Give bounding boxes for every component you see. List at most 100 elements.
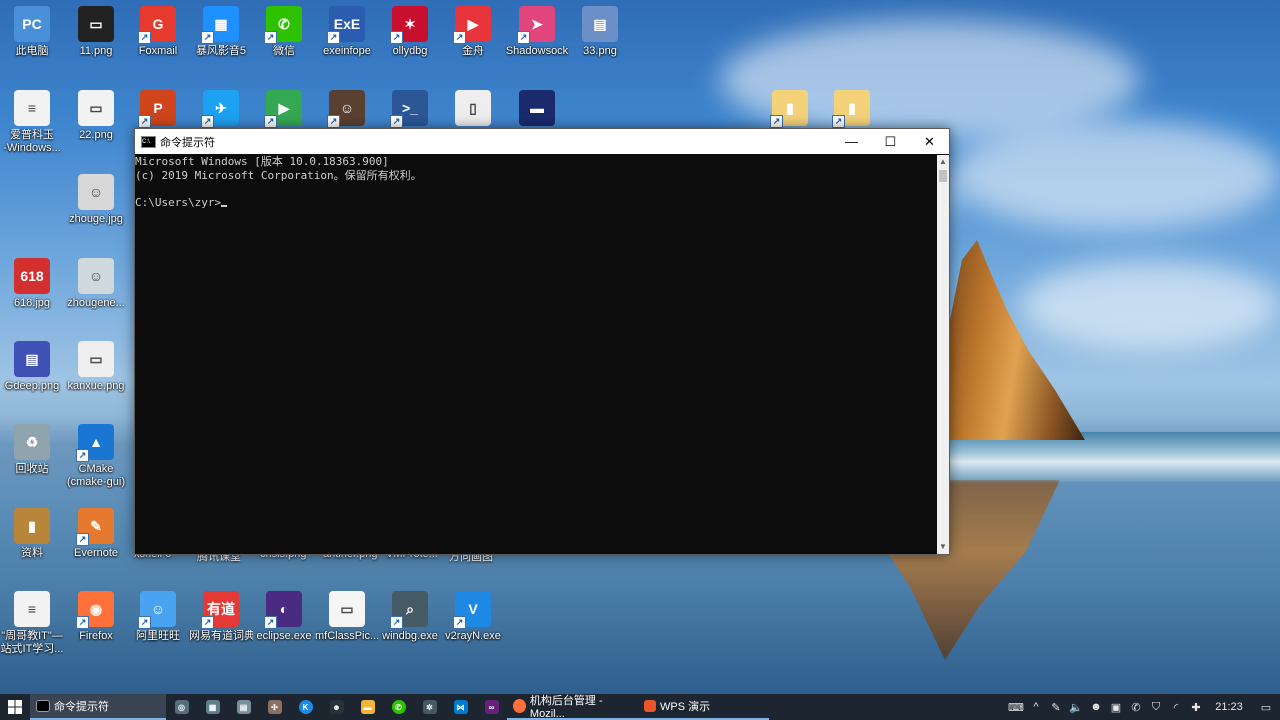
wechat-tray-icon[interactable]: ✆ <box>1126 694 1146 720</box>
desktop-icon[interactable]: ExE ↗ exeinfope <box>315 2 379 82</box>
desktop-icon[interactable]: ▶ ↗ 金舟 <box>441 2 505 82</box>
volume-icon[interactable]: 🔈 <box>1066 694 1086 720</box>
desktop-icon[interactable]: ▮ 资料 <box>0 504 64 584</box>
app-icon: ▶ ↗ <box>264 90 302 128</box>
console-output[interactable]: Microsoft Windows [版本 10.0.18363.900] (c)… <box>135 155 937 554</box>
desktop-icon[interactable]: ♻ 回收站 <box>0 420 64 500</box>
desktop-icon-label: 微信 <box>273 45 295 57</box>
system-tray: ⌨ ^ ✎ 🔈 ☻ ▣ ✆ ⛉ ◜ ✚ 21:23 ▭ <box>1006 694 1280 720</box>
desktop-icon[interactable]: ≡ "周哥教IT"— 站式IT学习... <box>0 587 64 667</box>
taskbar-pin-visualstudio[interactable]: ∞ <box>476 694 507 720</box>
taskbar-task-firefox[interactable]: 机构后台管理 - Mozil... <box>507 694 638 720</box>
app-icon: ☺ ↗ <box>138 591 176 629</box>
app-icon: ▭ <box>78 341 114 377</box>
desktop-icon[interactable]: 有道 ↗ 网易有道词典 <box>189 587 253 667</box>
desktop-icon[interactable]: ▭ 22.png <box>64 86 128 166</box>
desktop-icon[interactable]: ☺ zhouge.jpg <box>64 170 128 250</box>
desktop-icon[interactable]: ⌕ ↗ windbg.exe <box>378 587 442 667</box>
app-icon: ▭ <box>329 591 365 627</box>
shortcut-arrow-icon: ↗ <box>517 31 530 44</box>
pen-icon[interactable]: ✎ <box>1046 694 1066 720</box>
taskbar-pin-vscode[interactable]: ⋈ <box>445 694 476 720</box>
cmd-window[interactable]: C:\ 命令提示符 — ☐ ✕ Microsoft Windows [版本 10… <box>134 128 950 555</box>
shortcut-arrow-icon: ↗ <box>327 115 340 128</box>
taskbar-pin-settings[interactable]: ✲ <box>414 694 445 720</box>
shield-icon[interactable]: ⛉ <box>1146 694 1166 720</box>
desktop-icon[interactable]: ▦ ↗ 暴风影音5 <box>189 2 253 82</box>
taskbar-pin-tool[interactable]: ✣ <box>259 694 290 720</box>
firefox-icon <box>513 699 526 713</box>
clock[interactable]: 21:23 <box>1206 694 1252 720</box>
app-icon: >_ ↗ <box>390 90 428 128</box>
shortcut-arrow-icon: ↗ <box>770 115 783 128</box>
notification-icon[interactable]: ▭ <box>1252 694 1280 720</box>
desktop-icon[interactable]: ▭ mfClassPic... <box>315 587 379 667</box>
desktop-icon[interactable]: ◉ ↗ Firefox <box>64 587 128 667</box>
scroll-thumb[interactable] <box>939 170 947 182</box>
desktop-icon[interactable]: ☺ zhougene... <box>64 254 128 334</box>
desktop-icon[interactable]: ≡ 爱普科玉 -Windows... <box>0 86 64 166</box>
scroll-down-icon[interactable]: ▼ <box>937 540 949 554</box>
taskbar-pin-notes[interactable]: ▤ <box>228 694 259 720</box>
desktop-icon-label: 阿里旺旺 <box>136 630 180 642</box>
taskbar-pin-wechat[interactable]: ✆ <box>383 694 414 720</box>
app-icon: ▤ <box>582 6 618 42</box>
desktop-icon[interactable]: ◐ ↗ eclipse.exe <box>252 587 316 667</box>
desktop-icon[interactable]: ➤ ↗ Shadowsock <box>505 2 569 82</box>
desktop-icon-label: 33.png <box>583 45 617 57</box>
taskbar-pin-k[interactable]: K <box>290 694 321 720</box>
desktop-icon[interactable]: G ↗ Foxmail <box>126 2 190 82</box>
desktop-icon-label: exeinfope <box>323 45 371 57</box>
calculator-icon: ▦ <box>205 700 220 714</box>
shortcut-arrow-icon: ↗ <box>201 31 214 44</box>
cliff-image <box>942 240 1085 440</box>
chevron-up-icon[interactable]: ^ <box>1026 694 1046 720</box>
desktop-icon[interactable]: ▤ 33.png <box>568 2 632 82</box>
security-icon[interactable]: ▣ <box>1106 694 1126 720</box>
app-icon: ✶ ↗ <box>390 6 428 44</box>
desktop-icon-label: CMake (cmake-gui) <box>66 463 126 488</box>
user-icon[interactable]: ☻ <box>1086 694 1106 720</box>
windows-logo-icon <box>8 700 22 714</box>
desktop-icon[interactable]: 618 618.jpg <box>0 254 64 334</box>
scroll-up-icon[interactable]: ▲ <box>937 155 949 169</box>
minimize-button[interactable]: — <box>832 129 871 154</box>
taskbar-task-wps[interactable]: WPS 演示 <box>638 694 769 720</box>
close-button[interactable]: ✕ <box>910 129 949 154</box>
taskbar-pin-calculator[interactable]: ▦ <box>197 694 228 720</box>
maximize-button[interactable]: ☐ <box>871 129 910 154</box>
desktop-icon[interactable]: V ↗ v2rayN.exe <box>441 587 505 667</box>
app-icon: ✆ ↗ <box>264 6 302 44</box>
desktop-icon-label: Firefox <box>79 630 113 642</box>
desktop-icon[interactable]: ✎ ↗ Evernote <box>64 504 128 584</box>
wps-icon <box>644 700 656 712</box>
desktop-icon[interactable]: PC 此电脑 <box>0 2 64 82</box>
desktop-icon-label: 暴风影音5 <box>195 45 247 57</box>
desktop-icon[interactable]: ✆ ↗ 微信 <box>252 2 316 82</box>
desktop-icon-label: Shadowsock <box>505 45 569 57</box>
desktop-icon[interactable]: ▤ Gdeep.png <box>0 337 64 417</box>
app-icon: PC <box>14 6 50 42</box>
start-button[interactable] <box>0 694 30 720</box>
desktop-icon[interactable]: ▭ kanxue.png <box>64 337 128 417</box>
desktop-icon-label: 此电脑 <box>15 45 49 57</box>
taskbar-pin-browser[interactable]: ◎ <box>166 694 197 720</box>
desktop-icon[interactable]: ☺ ↗ 阿里旺旺 <box>126 587 190 667</box>
app-icon: ▲ ↗ <box>76 424 114 462</box>
keyboard-icon[interactable]: ⌨ <box>1006 694 1026 720</box>
vertical-scrollbar[interactable]: ▲ ▼ <box>937 155 949 554</box>
app-icon: ▯ <box>455 90 491 126</box>
desktop-icon[interactable]: ▭ 11.png <box>64 2 128 82</box>
desktop-icon[interactable]: ✶ ↗ ollydbg <box>378 2 442 82</box>
taskbar-task-cmd[interactable]: 命令提示符 <box>30 694 166 720</box>
app-icon: ◉ ↗ <box>76 591 114 629</box>
network-icon[interactable]: ◜ <box>1166 694 1186 720</box>
taskbar-pin-folder[interactable]: ▬ <box>352 694 383 720</box>
desktop-icon[interactable]: ▲ ↗ CMake (cmake-gui) <box>64 420 128 500</box>
shortcut-arrow-icon: ↗ <box>138 616 151 629</box>
taskbar-task-label: 机构后台管理 - Mozil... <box>529 695 603 720</box>
taskbar-pin-qq[interactable]: ☻ <box>321 694 352 720</box>
cmd-titlebar[interactable]: C:\ 命令提示符 — ☐ ✕ <box>135 129 949 154</box>
antivirus-icon[interactable]: ✚ <box>1186 694 1206 720</box>
shortcut-arrow-icon: ↗ <box>76 533 89 546</box>
